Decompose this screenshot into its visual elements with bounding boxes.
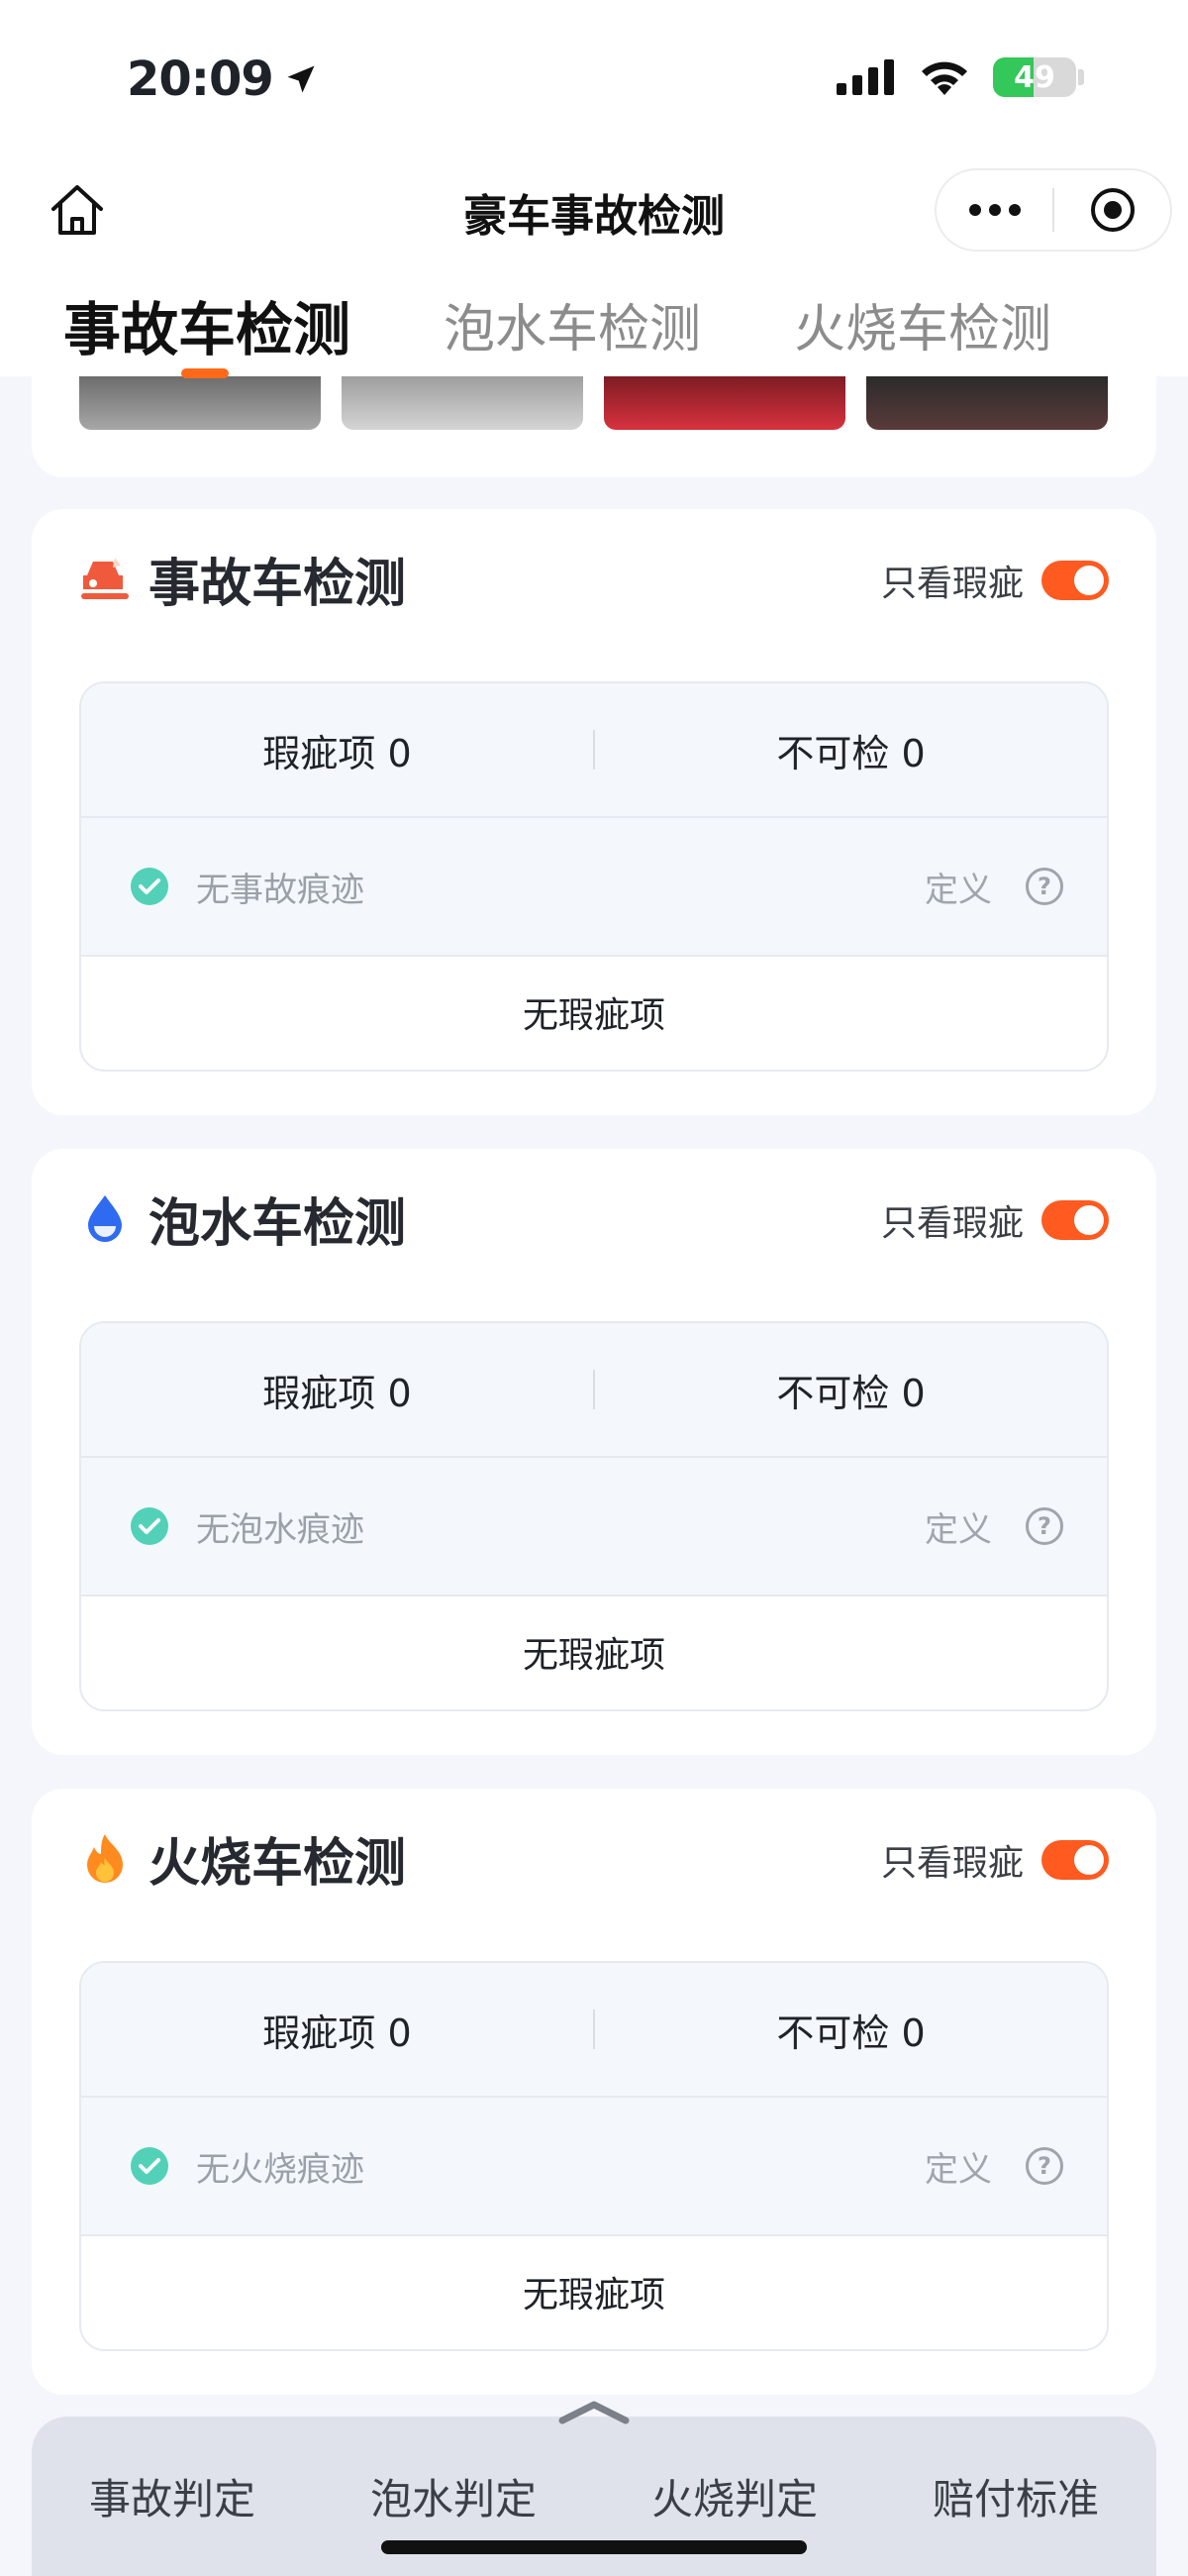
location-arrow-icon [287,65,315,93]
filter-label: 只看瑕疵 [880,1843,1024,1884]
bottom-item-accident-judgement[interactable]: 事故判定 [32,2466,313,2526]
result-row: 无泡水痕迹 定义 ? [81,1458,1107,1597]
uncheckable-count: 不可检 0 [776,731,926,775]
mini-program-capsule [935,168,1172,252]
defect-only-filter: 只看瑕疵 [881,1194,1109,1246]
defect-count: 瑕疵项 0 [262,1371,412,1415]
wifi-icon [922,61,967,95]
tab-fire[interactable]: 火烧车检测 [794,287,1051,361]
tab-flood[interactable]: 泡水车检测 [444,287,701,361]
defect-only-filter: 只看瑕疵 [881,555,1109,606]
defect-count: 瑕疵项 0 [262,2010,412,2055]
filter-label: 只看瑕疵 [880,564,1024,604]
close-button[interactable] [1054,186,1170,234]
uncheckable-count: 不可检 0 [776,1371,926,1415]
tab-accident[interactable]: 事故车检测 [63,283,350,366]
home-indicator [381,2540,807,2554]
photo-thumbnail[interactable] [866,374,1108,430]
more-button[interactable] [937,204,1052,216]
chevron-up-icon[interactable] [556,2397,632,2426]
result-row: 无火烧痕迹 定义 ? [81,2098,1107,2236]
result-text: 无泡水痕迹 [196,1509,364,1550]
defect-count: 瑕疵项 0 [262,731,412,775]
signal-icon [837,59,894,95]
section-title: 事故车检测 [148,554,407,614]
defect-only-filter: 只看瑕疵 [881,1834,1109,1886]
check-icon [131,868,168,905]
section-title: 泡水车检测 [148,1193,407,1254]
help-icon[interactable]: ? [1026,1507,1063,1545]
section-title: 火烧车检测 [148,1833,407,1894]
battery-indicator: 49 [993,57,1084,97]
help-icon[interactable]: ? [1026,868,1063,905]
fire-icon [79,1832,131,1884]
section-accident: 事故车检测 只看瑕疵 瑕疵项 0 不可检 0 无事故痕迹 定义 ? 无瑕疵项 [32,509,1156,1115]
empty-state: 无瑕疵项 [522,2275,665,2316]
photo-thumbnail[interactable] [79,374,321,430]
battery-level: 49 [1014,59,1055,95]
uncheckable-count: 不可检 0 [776,2010,926,2055]
result-text: 无事故痕迹 [196,870,364,910]
definition-link[interactable]: 定义 [925,863,992,911]
definition-link[interactable]: 定义 [925,2142,992,2191]
check-icon [131,1507,168,1545]
photo-thumbnail[interactable] [604,374,845,430]
empty-state: 无瑕疵项 [522,1635,665,1676]
bottom-item-flood-judgement[interactable]: 泡水判定 [313,2466,594,2526]
definition-link[interactable]: 定义 [925,1502,992,1551]
defect-only-toggle[interactable] [1041,561,1109,600]
inspection-panel: 瑕疵项 0 不可检 0 无火烧痕迹 定义 ? 无瑕疵项 [79,1961,1109,2351]
tab-bar: 事故车检测 泡水车检测 火烧车检测 [0,277,1188,378]
nav-bar: 豪车事故检测 [0,168,1188,258]
water-drop-icon [79,1192,131,1244]
defect-only-toggle[interactable] [1041,1840,1109,1880]
status-indicators: 49 [837,57,1084,97]
bottom-item-fire-judgement[interactable]: 火烧判定 [594,2466,875,2526]
status-time: 20:09 [127,52,319,107]
car-crash-icon [79,553,131,604]
target-icon [1090,188,1135,232]
tab-indicator [181,368,229,378]
inspection-panel: 瑕疵项 0 不可检 0 无事故痕迹 定义 ? 无瑕疵项 [79,681,1109,1072]
inspection-panel: 瑕疵项 0 不可检 0 无泡水痕迹 定义 ? 无瑕疵项 [79,1321,1109,1711]
section-flood: 泡水车检测 只看瑕疵 瑕疵项 0 不可检 0 无泡水痕迹 定义 ? 无瑕疵项 [32,1149,1156,1755]
result-row: 无事故痕迹 定义 ? [81,818,1107,957]
filter-label: 只看瑕疵 [880,1203,1024,1244]
check-icon [131,2147,168,2185]
section-fire: 火烧车检测 只看瑕疵 瑕疵项 0 不可检 0 无火烧痕迹 定义 ? 无瑕疵项 [32,1789,1156,2395]
empty-state: 无瑕疵项 [522,995,665,1036]
bottom-item-compensation[interactable]: 赔付标准 [875,2466,1156,2526]
header: 20:09 49 豪车事故检测 事故车检测 泡水车检测 火烧车检测 [0,0,1188,378]
result-text: 无火烧痕迹 [196,2149,364,2190]
time-text: 20:09 [127,52,274,107]
defect-only-toggle[interactable] [1041,1200,1109,1240]
photo-thumbnail[interactable] [342,374,583,430]
help-icon[interactable]: ? [1026,2147,1063,2185]
